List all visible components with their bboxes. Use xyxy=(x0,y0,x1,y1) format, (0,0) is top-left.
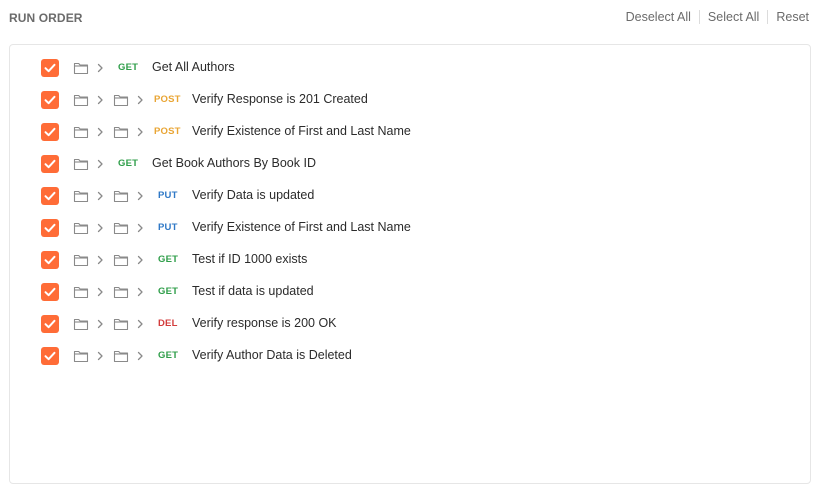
http-method-badge: DEL xyxy=(158,318,178,329)
request-list: GET Get All Authors POST Verify Response is… xyxy=(0,52,821,372)
request-row[interactable]: DEL Verify response is 200 OK xyxy=(0,308,821,340)
request-checkbox[interactable] xyxy=(41,123,59,141)
request-name: Test if ID 1000 exists xyxy=(192,252,308,266)
divider xyxy=(698,10,700,24)
request-row[interactable]: POST Verify Response is 201 Created xyxy=(0,84,821,116)
request-checkbox[interactable] xyxy=(41,251,59,269)
request-name: Get Book Authors By Book ID xyxy=(152,156,316,170)
http-method-badge: GET xyxy=(118,158,139,169)
run-order-title: RUN ORDER xyxy=(9,11,83,25)
request-name: Get All Authors xyxy=(152,60,235,74)
folder-icon xyxy=(73,61,89,75)
run-order-header: RUN ORDER Deselect All Select All Reset xyxy=(0,0,821,36)
http-method-badge: POST xyxy=(154,94,181,105)
chevron-right-icon[interactable] xyxy=(136,189,144,203)
http-method-badge: GET xyxy=(118,62,139,73)
chevron-right-icon[interactable] xyxy=(136,93,144,107)
folder-icon xyxy=(113,349,129,363)
deselect-all-button[interactable]: Deselect All xyxy=(626,10,691,24)
folder-icon xyxy=(73,189,89,203)
request-row[interactable]: GET Get All Authors xyxy=(0,52,821,84)
folder-icon xyxy=(113,253,129,267)
request-checkbox[interactable] xyxy=(41,91,59,109)
http-method-badge: GET xyxy=(158,254,179,265)
request-checkbox[interactable] xyxy=(41,347,59,365)
folder-icon xyxy=(73,221,89,235)
chevron-right-icon[interactable] xyxy=(96,285,104,299)
http-method-badge: PUT xyxy=(158,190,178,201)
request-checkbox[interactable] xyxy=(41,283,59,301)
folder-icon xyxy=(73,349,89,363)
folder-icon xyxy=(73,253,89,267)
chevron-right-icon[interactable] xyxy=(96,125,104,139)
request-name: Test if data is updated xyxy=(192,284,314,298)
folder-icon xyxy=(113,285,129,299)
http-method-badge: PUT xyxy=(158,222,178,233)
chevron-right-icon[interactable] xyxy=(96,221,104,235)
reset-button[interactable]: Reset xyxy=(776,10,809,24)
request-row[interactable]: GET Test if data is updated xyxy=(0,276,821,308)
chevron-right-icon[interactable] xyxy=(136,221,144,235)
folder-icon xyxy=(73,157,89,171)
folder-icon xyxy=(113,125,129,139)
request-row[interactable]: GET Test if ID 1000 exists xyxy=(0,244,821,276)
request-checkbox[interactable] xyxy=(41,219,59,237)
chevron-right-icon[interactable] xyxy=(136,125,144,139)
request-name: Verify Data is updated xyxy=(192,188,315,202)
folder-icon xyxy=(73,93,89,107)
folder-icon xyxy=(113,189,129,203)
request-name: Verify response is 200 OK xyxy=(192,316,337,330)
chevron-right-icon[interactable] xyxy=(96,189,104,203)
chevron-right-icon[interactable] xyxy=(136,317,144,331)
selection-actions: Deselect All Select All Reset xyxy=(626,10,809,24)
request-checkbox[interactable] xyxy=(41,315,59,333)
chevron-right-icon[interactable] xyxy=(96,157,104,171)
chevron-right-icon[interactable] xyxy=(96,253,104,267)
request-row[interactable]: PUT Verify Data is updated xyxy=(0,180,821,212)
request-checkbox[interactable] xyxy=(41,155,59,173)
request-checkbox[interactable] xyxy=(41,187,59,205)
request-row[interactable]: GET Get Book Authors By Book ID xyxy=(0,148,821,180)
request-checkbox[interactable] xyxy=(41,59,59,77)
folder-icon xyxy=(73,125,89,139)
request-name: Verify Author Data is Deleted xyxy=(192,348,352,362)
chevron-right-icon[interactable] xyxy=(96,349,104,363)
chevron-right-icon[interactable] xyxy=(96,61,104,75)
http-method-badge: GET xyxy=(158,286,179,297)
chevron-right-icon[interactable] xyxy=(136,253,144,267)
folder-icon xyxy=(73,317,89,331)
folder-icon xyxy=(113,93,129,107)
folder-icon xyxy=(113,317,129,331)
request-row[interactable]: PUT Verify Existence of First and Last Na… xyxy=(0,212,821,244)
chevron-right-icon[interactable] xyxy=(136,285,144,299)
request-name: Verify Response is 201 Created xyxy=(192,92,368,106)
http-method-badge: GET xyxy=(158,350,179,361)
folder-icon xyxy=(113,221,129,235)
http-method-badge: POST xyxy=(154,126,181,137)
request-row[interactable]: POST Verify Existence of First and Last N… xyxy=(0,116,821,148)
request-name: Verify Existence of First and Last Name xyxy=(192,124,411,138)
chevron-right-icon[interactable] xyxy=(96,317,104,331)
select-all-button[interactable]: Select All xyxy=(708,10,759,24)
chevron-right-icon[interactable] xyxy=(136,349,144,363)
divider xyxy=(767,10,769,24)
chevron-right-icon[interactable] xyxy=(96,93,104,107)
request-name: Verify Existence of First and Last Name xyxy=(192,220,411,234)
request-row[interactable]: GET Verify Author Data is Deleted xyxy=(0,340,821,372)
folder-icon xyxy=(73,285,89,299)
